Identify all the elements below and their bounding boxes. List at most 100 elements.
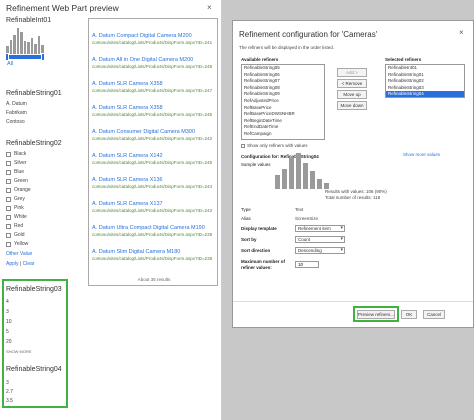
checkbox-label: Grey	[14, 196, 25, 202]
result-url: contoso/sites/catalog/Lists/Products/Dis…	[92, 88, 213, 93]
refiner-value[interactable]: Fabrikam	[6, 110, 27, 116]
all-label[interactable]: All	[7, 61, 13, 67]
list-item[interactable]: RefinableString05	[242, 65, 324, 72]
checkbox-label: Show only refiners with values	[247, 143, 308, 148]
result-title[interactable]: A. Datum SLR Camera X136	[92, 177, 163, 183]
checkbox[interactable]	[6, 232, 11, 238]
close-icon[interactable]: ×	[207, 3, 212, 12]
result-title[interactable]: A. Datum All in One Digital Camera M200	[92, 57, 193, 63]
result-url: contoso/sites/catalog/Lists/Products/Dis…	[92, 184, 213, 189]
result-url: contoso/sites/catalog/Lists/Products/Dis…	[92, 112, 213, 117]
checkbox-row[interactable]: Gold	[6, 232, 25, 238]
slider-handle-left[interactable]	[5, 53, 9, 61]
close-icon[interactable]: ×	[459, 28, 464, 37]
result-title[interactable]: A. Datum Consumer Digital Camera M300	[92, 129, 195, 135]
list-item[interactable]: RefinableString01	[386, 72, 464, 79]
refiner-value[interactable]: 3	[6, 309, 9, 315]
list-item[interactable]: RefCampaign	[242, 131, 324, 138]
clear-link[interactable]: Clear	[23, 261, 35, 267]
slider-handle-right[interactable]	[41, 53, 45, 61]
checkbox-row[interactable]: White	[6, 214, 27, 220]
list-item[interactable]: RefinableString09	[242, 91, 324, 98]
checkbox-row[interactable]: Red	[6, 223, 23, 229]
show-more-link[interactable]: SHOW MORE	[6, 349, 32, 354]
sort-direction-select[interactable]: Descending	[295, 247, 345, 254]
add-button[interactable]: Add >	[337, 68, 367, 77]
selected-refiners-list[interactable]: RefinableInt01 RefinableString01 Refinab…	[385, 64, 465, 98]
cancel-button[interactable]: Cancel	[423, 310, 445, 319]
list-item[interactable]: RefBasePrice	[242, 105, 324, 112]
show-only-row[interactable]: Show only refiners with values	[241, 143, 308, 148]
checkbox-label: Black	[14, 151, 27, 157]
checkbox-row[interactable]: Orange	[6, 187, 31, 193]
remove-button[interactable]: < Remove	[337, 79, 367, 88]
checkbox-row[interactable]: Yellow	[6, 241, 28, 247]
range-slider-track[interactable]	[6, 55, 44, 59]
refiner-value[interactable]: 5	[6, 329, 9, 335]
results-count: About 35 results	[137, 277, 171, 282]
checkbox[interactable]	[241, 143, 245, 148]
checkbox-row[interactable]: Grey	[6, 196, 25, 202]
checkbox-row[interactable]: Pink	[6, 205, 24, 211]
result-title[interactable]: A. Datum Compact Digital Camera M200	[92, 33, 192, 39]
apply-link[interactable]: Apply	[6, 261, 19, 267]
selected-label: Selected refiners	[385, 57, 422, 62]
move-up-button[interactable]: Move up	[337, 90, 367, 99]
refiner-title-string04: RefinableString04	[6, 366, 62, 373]
checkbox[interactable]	[6, 187, 11, 193]
refiner-value[interactable]: 2.7	[6, 389, 13, 395]
checkbox[interactable]	[6, 169, 11, 175]
show-more-values-link[interactable]: Show more values	[403, 152, 440, 157]
checkbox-row[interactable]: Silver	[6, 160, 27, 166]
refiner-value[interactable]: 3.5	[6, 398, 13, 404]
list-item[interactable]: RefinableString03	[386, 85, 464, 92]
result-title[interactable]: A. Datum SLR Camera X142	[92, 153, 163, 159]
result-title[interactable]: A. Datum SLR Camera X137	[92, 201, 163, 207]
refiner-value[interactable]: 20	[6, 339, 12, 345]
list-item[interactable]: RefinableString06	[242, 72, 324, 79]
sample-bar	[275, 175, 280, 189]
other-value-link[interactable]: Other Value	[6, 251, 32, 257]
checkbox-row[interactable]: Green	[6, 178, 28, 184]
checkbox[interactable]	[6, 214, 11, 220]
list-item[interactable]: RefinableString08	[242, 85, 324, 92]
result-title[interactable]: A. Datum Slim Digital Camera M180	[92, 249, 180, 255]
list-item[interactable]: RefBeginDateTime	[242, 118, 324, 125]
list-item[interactable]: RefAdjustedPrice	[242, 98, 324, 105]
result-title[interactable]: A. Datum SLR Camera X358	[92, 81, 163, 87]
list-item[interactable]: RefinableString07	[242, 78, 324, 85]
histogram-bar	[16, 28, 20, 54]
available-refiners-list[interactable]: RefinableString05 RefinableString06 Refi…	[241, 64, 325, 140]
checkbox-row[interactable]: Blue	[6, 169, 24, 175]
checkbox[interactable]	[6, 196, 11, 202]
list-item[interactable]: RefBasePriceDWSNHBR	[242, 111, 324, 118]
result-title[interactable]: A. Datum SLR Camera X358	[92, 105, 163, 111]
move-down-button[interactable]: Move down	[337, 101, 367, 110]
refiner-value[interactable]: 3	[6, 380, 9, 386]
display-template-label: Display template	[241, 226, 277, 231]
display-template-select[interactable]: Refinement item	[295, 225, 345, 232]
list-item[interactable]: RefEndDateTime	[242, 124, 324, 131]
histogram-bar	[13, 34, 16, 54]
refiner-value[interactable]: Contoso	[6, 119, 25, 125]
checkbox[interactable]	[6, 160, 11, 166]
max-values-input[interactable]: 10	[295, 261, 319, 268]
checkbox[interactable]	[6, 178, 11, 184]
separator: |	[19, 261, 22, 267]
list-item-selected[interactable]: RefinableString04	[386, 91, 464, 97]
refiner-value[interactable]: 4	[6, 299, 9, 305]
checkbox[interactable]	[6, 241, 11, 247]
checkbox[interactable]	[6, 205, 11, 211]
sort-by-select[interactable]: Count	[295, 236, 345, 243]
list-item[interactable]: RefinableString02	[386, 78, 464, 85]
refiner-value[interactable]: A. Datum	[6, 101, 27, 107]
checkbox[interactable]	[6, 151, 11, 157]
sample-bar	[296, 153, 301, 189]
search-results: A. Datum Compact Digital Camera M200 con…	[88, 18, 218, 286]
refiner-value[interactable]: 10	[6, 319, 12, 325]
result-title[interactable]: A. Datum Ultra Compact Digital Camera M1…	[92, 225, 205, 231]
checkbox-row[interactable]: Black	[6, 151, 26, 157]
ok-button[interactable]: OK	[401, 310, 417, 319]
list-item[interactable]: RefinableInt01	[386, 65, 464, 72]
checkbox[interactable]	[6, 223, 11, 229]
